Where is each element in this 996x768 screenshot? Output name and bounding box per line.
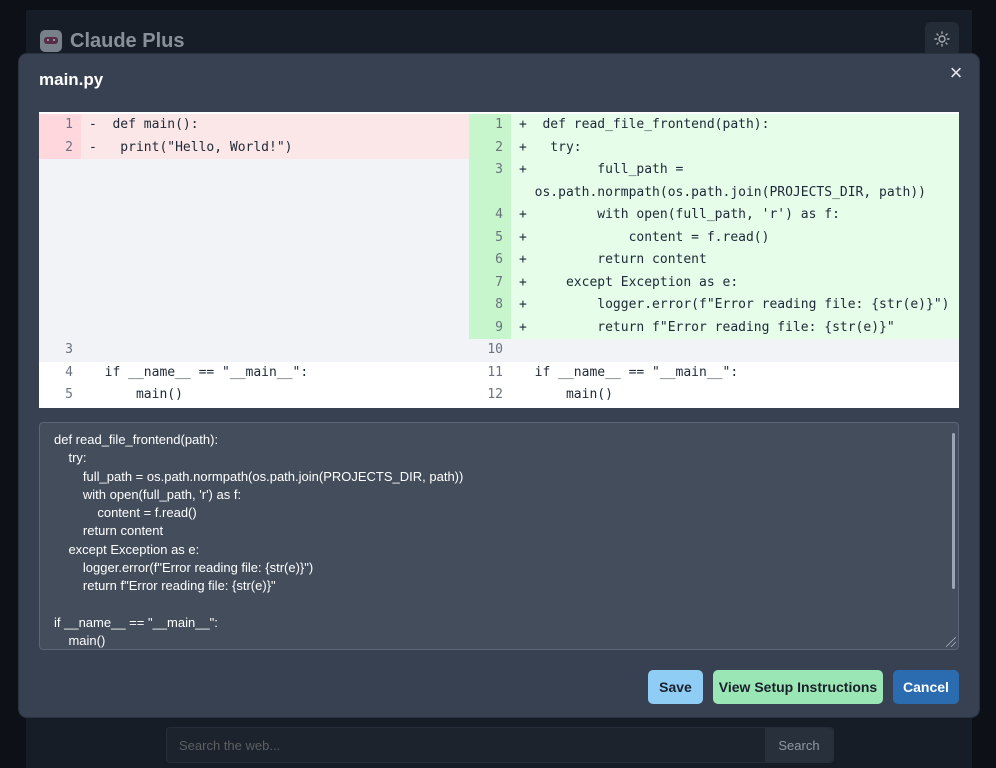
diff-code: if __name__ == "__main__": xyxy=(519,364,739,380)
line-number: 11 xyxy=(487,364,503,380)
diff-line: 3 + full_path = os.path.normpath(os.path.… xyxy=(469,159,959,204)
line-number: 12 xyxy=(487,387,503,402)
diff-line: 1 - def main(): xyxy=(39,114,469,137)
line-number: 2 xyxy=(39,136,81,159)
diff-line: 5 main() xyxy=(39,384,469,407)
diff-code: - print("Hello, World!") xyxy=(89,139,293,155)
cancel-button[interactable]: Cancel xyxy=(893,670,959,704)
diff-pane-modified: 1 + def read_file_frontend(path): 2 + try: 3… xyxy=(469,112,959,408)
theme-toggle-button[interactable] xyxy=(925,22,959,56)
web-search-bar: Search xyxy=(166,727,834,763)
diff-code: main() xyxy=(519,387,613,402)
diff-line: 6 + return content xyxy=(469,249,959,272)
line-number: 3 xyxy=(469,159,511,204)
file-edit-modal: main.py × 1 - def main(): 2 - print("Hello,… xyxy=(19,54,979,717)
modal-title: main.py xyxy=(39,70,104,89)
app-title: Claude Plus xyxy=(70,29,185,52)
diff-line: 3 xyxy=(39,339,469,362)
app-header: Claude Plus xyxy=(40,26,184,56)
line-number: 1 xyxy=(469,114,511,137)
diff-code: if __name__ == "__main__": xyxy=(89,364,309,380)
web-search-button[interactable]: Search xyxy=(765,728,833,762)
diff-line: 4 + with open(full_path, 'r') as f: xyxy=(469,204,959,227)
line-number: 10 xyxy=(469,339,511,362)
view-setup-instructions-button[interactable]: View Setup Instructions xyxy=(713,670,883,704)
diff-line: 1 + def read_file_frontend(path): xyxy=(469,114,959,137)
diff-code: + content = f.read() xyxy=(519,229,770,245)
diff-code: + try: xyxy=(519,139,582,155)
diff-code xyxy=(81,339,469,362)
diff-line: 2 - print("Hello, World!") xyxy=(39,136,469,159)
robot-logo-icon xyxy=(40,30,62,52)
diff-code: + with open(full_path, 'r') as f: xyxy=(519,207,840,222)
diff-code: + full_path = os.path.normpath(os.path.j… xyxy=(519,162,926,200)
diff-code: + logger.error(f"Error reading file: {st… xyxy=(519,297,950,312)
code-editor-container xyxy=(39,422,959,650)
diff-filler xyxy=(39,159,469,339)
diff-line: 12 main() xyxy=(469,384,959,407)
code-editor[interactable] xyxy=(40,423,958,649)
resize-handle-icon[interactable] xyxy=(946,637,956,647)
line-number: 1 xyxy=(39,114,81,137)
sun-icon xyxy=(934,31,950,47)
diff-line: 7 + except Exception as e: xyxy=(469,271,959,294)
line-number: 7 xyxy=(469,271,511,294)
line-number: 6 xyxy=(469,249,511,272)
web-search-input[interactable] xyxy=(167,728,763,762)
line-number: 8 xyxy=(469,294,511,317)
editor-scrollbar[interactable] xyxy=(952,433,955,589)
diff-code: + except Exception as e: xyxy=(519,274,739,290)
diff-line: 4 if __name__ == "__main__": xyxy=(39,361,469,384)
diff-pane-original: 1 - def main(): 2 - print("Hello, World!") 3… xyxy=(39,112,469,408)
line-number: 5 xyxy=(65,387,73,402)
diff-code: + def read_file_frontend(path): xyxy=(519,117,770,132)
line-number: 3 xyxy=(39,339,81,362)
diff-code: - def main(): xyxy=(89,117,199,132)
diff-line: 5 + content = f.read() xyxy=(469,226,959,249)
line-number: 9 xyxy=(469,316,511,339)
line-number: 5 xyxy=(469,226,511,249)
diff-line: 9 + return f"Error reading file: {str(e)}… xyxy=(469,316,959,339)
diff-line: 2 + try: xyxy=(469,136,959,159)
diff-line: 8 + logger.error(f"Error reading file: {s… xyxy=(469,294,959,317)
diff-code: + return content xyxy=(519,252,707,267)
diff-line: 11 if __name__ == "__main__": xyxy=(469,361,959,384)
save-button[interactable]: Save xyxy=(648,670,703,704)
diff-viewer: 1 - def main(): 2 - print("Hello, World!") 3… xyxy=(39,112,959,408)
line-number: 2 xyxy=(469,136,511,159)
diff-code: + return f"Error reading file: {str(e)}" xyxy=(519,319,895,335)
diff-code: main() xyxy=(89,387,183,402)
diff-line: 10 xyxy=(469,339,959,362)
line-number: 4 xyxy=(65,364,73,380)
diff-code xyxy=(511,339,959,362)
close-icon[interactable]: × xyxy=(947,62,965,84)
line-number: 4 xyxy=(469,204,511,227)
